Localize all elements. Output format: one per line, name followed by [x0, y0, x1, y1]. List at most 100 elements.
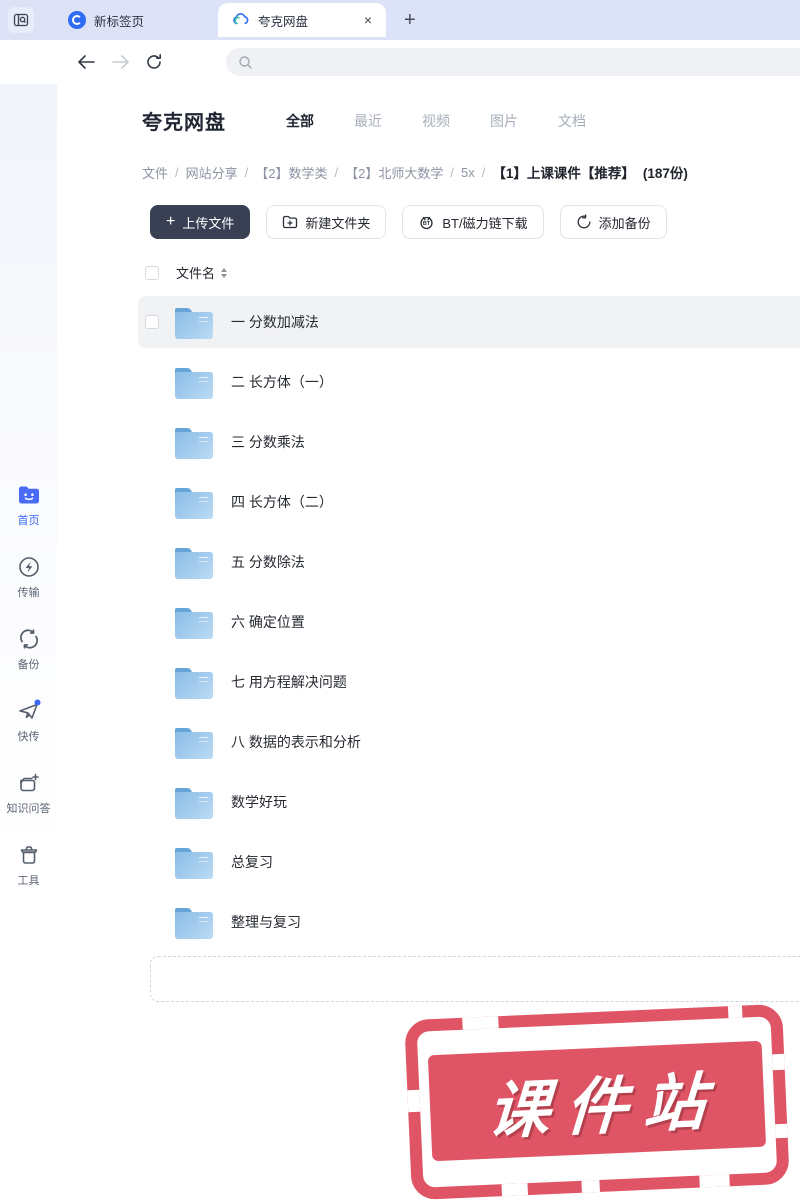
breadcrumb-separator: / [175, 164, 179, 180]
breadcrumb-link[interactable]: 5x [461, 165, 475, 180]
fast-transfer-icon [16, 698, 42, 724]
bt-download-label: BT/磁力链下载 [442, 215, 528, 231]
sidebar-item-home[interactable]: 首页 [16, 482, 42, 528]
new-tab-button[interactable]: + [404, 9, 416, 32]
folder-row[interactable]: 七 用方程解决问题 [138, 656, 800, 708]
folder-name[interactable]: 六 确定位置 [231, 612, 305, 632]
backup-icon [16, 626, 42, 652]
knowledge-qa-icon [16, 770, 42, 796]
folder-row[interactable]: 三 分数乘法 [138, 416, 800, 468]
sidebar-item-backup[interactable]: 备份 [16, 626, 42, 672]
sidebar-item-fast-transfer[interactable]: 快传 [16, 698, 42, 744]
browser-tab-quark-drive[interactable]: 夸克网盘 × [218, 3, 386, 37]
breadcrumb-separator: / [450, 164, 454, 180]
back-button[interactable] [76, 52, 96, 72]
toolbar: + 上传文件 新建文件夹 BT BT/磁力链下载 添加备份 [150, 205, 800, 239]
sidebar-item-label: 知识问答 [6, 803, 51, 815]
stamp-text: 课件站 [485, 1067, 724, 1147]
folder-name[interactable]: 数学好玩 [231, 792, 287, 812]
refresh-icon [147, 54, 161, 69]
new-folder-button[interactable]: 新建文件夹 [266, 205, 387, 239]
home-icon [16, 482, 42, 508]
folder-row[interactable]: 整理与复习 [138, 896, 800, 948]
tab-recent[interactable]: 最近 [354, 111, 382, 131]
tab-close-icon[interactable]: × [362, 12, 374, 28]
quark-browser-logo-icon [68, 11, 86, 29]
file-list-header: 文件名 [145, 263, 800, 282]
page-title: 夸克网盘 [142, 112, 226, 134]
breadcrumb: 文件 / 网站分享 / 【2】数学类 / 【2】北师大数学 / 5x / 【1】… [142, 162, 800, 182]
folder-name[interactable]: 整理与复习 [231, 912, 301, 932]
folder-name[interactable]: 七 用方程解决问题 [231, 672, 347, 692]
breadcrumb-link[interactable]: 【2】数学类 [255, 163, 327, 182]
tab-docs[interactable]: 文档 [558, 111, 586, 131]
folder-row[interactable]: 数学好玩 [138, 776, 800, 828]
folder-name[interactable]: 一 分数加减法 [231, 312, 319, 332]
folder-row[interactable]: 二 长方体（一） [138, 356, 800, 408]
bt-download-icon: BT [420, 216, 434, 230]
sidebar-item-knowledge-qa[interactable]: 知识问答 [7, 770, 51, 816]
breadcrumb-link[interactable]: 网站分享 [186, 163, 238, 182]
folder-name[interactable]: 五 分数除法 [231, 552, 305, 572]
tab-all[interactable]: 全部 [286, 111, 314, 131]
folder-icon [175, 607, 213, 639]
folder-icon [175, 367, 213, 399]
select-all-checkbox[interactable] [145, 265, 159, 280]
sidebar-item-label: 备份 [17, 659, 40, 671]
add-backup-label: 添加备份 [598, 215, 651, 231]
plus-icon: + [166, 213, 176, 230]
breadcrumb-link[interactable]: 【2】北师大数学 [345, 163, 443, 182]
sidebar-search-toggle-button[interactable] [8, 7, 34, 33]
sidebar-item-transfer[interactable]: 传输 [16, 554, 42, 600]
tab-images[interactable]: 图片 [490, 111, 518, 131]
add-backup-button[interactable]: 添加备份 [559, 205, 667, 239]
address-search-bar[interactable] [226, 48, 800, 76]
browser-nav-bar [0, 40, 800, 84]
cloud-drive-icon [233, 13, 249, 25]
folder-name[interactable]: 三 分数乘法 [231, 432, 305, 452]
view-tabs: 全部 最近 视频 图片 文档 [286, 111, 586, 131]
file-list: 一 分数加减法 二 长方体（一） 三 分数乘法 四 长方体（二） 五 分数除法 [138, 296, 800, 948]
folder-name[interactable]: 八 数据的表示和分析 [231, 732, 361, 752]
upload-file-button[interactable]: + 上传文件 [150, 205, 251, 239]
stamp-panel: 课件站 [427, 1040, 767, 1162]
sidebar-item-tools[interactable]: 工具 [16, 842, 42, 888]
add-backup-icon [577, 214, 591, 229]
forward-button[interactable] [110, 52, 130, 72]
folder-row[interactable]: 八 数据的表示和分析 [138, 716, 800, 768]
browser-tab-bar: 新标签页 夸克网盘 × + [0, 0, 800, 40]
breadcrumb-current: 【1】上课课件【推荐】 [492, 166, 635, 181]
upload-dropzone[interactable] [150, 956, 800, 1002]
new-folder-label: 新建文件夹 [305, 215, 371, 231]
folder-icon [175, 667, 213, 699]
folder-row[interactable]: 四 长方体（二） [138, 476, 800, 528]
folder-row[interactable]: 一 分数加减法 [138, 296, 800, 348]
folder-icon [175, 727, 213, 759]
folder-name[interactable]: 总复习 [231, 852, 273, 872]
sort-icon[interactable] [221, 267, 228, 278]
folder-row[interactable]: 总复习 [138, 836, 800, 888]
breadcrumb-separator: / [481, 164, 486, 180]
folder-row[interactable]: 六 确定位置 [138, 596, 800, 648]
folder-icon [175, 427, 213, 459]
window-search-icon [13, 13, 29, 27]
row-checkbox[interactable] [145, 315, 159, 329]
folder-row[interactable]: 五 分数除法 [138, 536, 800, 588]
forward-arrow-icon [111, 55, 129, 69]
folder-icon [175, 307, 213, 339]
folder-name[interactable]: 四 长方体（二） [231, 492, 333, 512]
tab-videos[interactable]: 视频 [422, 111, 450, 131]
name-column-header[interactable]: 文件名 [176, 263, 215, 282]
sidebar-item-label: 传输 [17, 587, 40, 599]
breadcrumb-link[interactable]: 文件 [142, 163, 168, 182]
breadcrumb-separator: / [334, 164, 339, 180]
folder-name[interactable]: 二 长方体（一） [231, 372, 333, 392]
browser-tab-newtab[interactable]: 新标签页 [52, 0, 202, 40]
sidebar-item-label: 首页 [17, 515, 40, 527]
bt-magnet-download-button[interactable]: BT BT/磁力链下载 [402, 205, 544, 239]
watermark-stamp: 课件站 [404, 1003, 790, 1200]
refresh-button[interactable] [144, 52, 164, 72]
folder-icon [175, 547, 213, 579]
back-arrow-icon [77, 55, 95, 69]
tab-label: 新标签页 [94, 14, 145, 29]
